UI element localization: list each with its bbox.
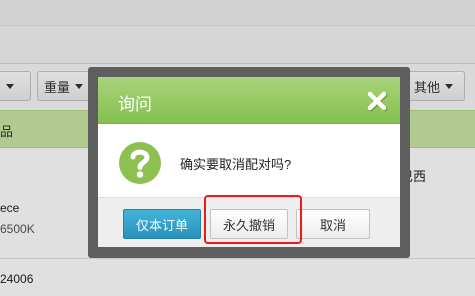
- dialog-content: 确实要取消配对吗?: [98, 124, 400, 197]
- question-icon: [118, 141, 162, 185]
- dialog-header: 询问: [98, 77, 400, 124]
- cancel-button[interactable]: 取消: [296, 209, 370, 239]
- close-icon[interactable]: [365, 89, 389, 113]
- dialog-title: 询问: [118, 95, 152, 114]
- highlight-annotation: [204, 195, 302, 244]
- dialog-message: 确实要取消配对吗?: [180, 157, 292, 172]
- this-order-only-button[interactable]: 仅本订单: [123, 209, 201, 239]
